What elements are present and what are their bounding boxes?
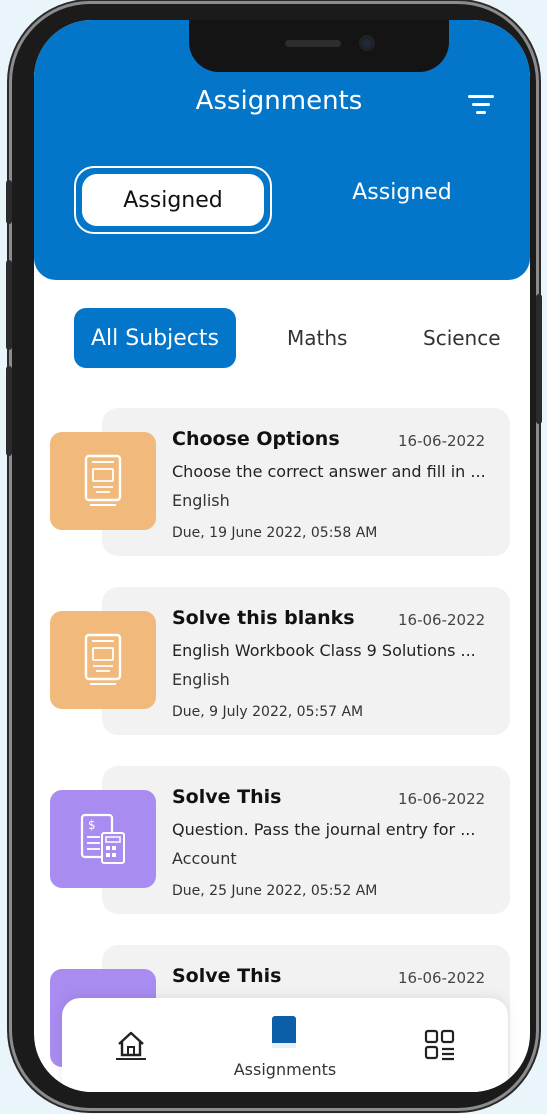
grid-menu-icon[interactable] bbox=[424, 1028, 456, 1062]
svg-text:$: $ bbox=[88, 818, 96, 832]
front-camera bbox=[359, 35, 375, 51]
assignment-due: Due, 19 June 2022, 05:58 AM bbox=[172, 525, 378, 541]
assignment-subject: English bbox=[172, 670, 230, 689]
english-book-icon bbox=[50, 432, 156, 530]
book-icon bbox=[272, 1016, 296, 1048]
english-book-icon bbox=[50, 611, 156, 709]
assignment-due: Due, 9 July 2022, 05:57 AM bbox=[172, 704, 364, 720]
assignment-card[interactable]: Choose Options 16-06-2022 Choose the cor… bbox=[50, 408, 514, 556]
phone-power-button bbox=[536, 294, 542, 424]
assignment-subject: Account bbox=[172, 849, 237, 868]
assignment-title: Choose Options bbox=[172, 428, 340, 450]
assignment-due: Due, 25 June 2022, 05:52 AM bbox=[172, 883, 378, 899]
subject-filter-row: All Subjects Maths Science bbox=[74, 306, 530, 370]
assignment-date: 16-06-2022 bbox=[398, 611, 486, 629]
filter-icon[interactable] bbox=[468, 95, 494, 115]
assignment-date: 16-06-2022 bbox=[398, 432, 486, 450]
assignment-date: 16-06-2022 bbox=[398, 969, 486, 987]
assignment-description: English Workbook Class 9 Solutions ... bbox=[172, 641, 476, 660]
assignment-title: Solve This bbox=[172, 965, 282, 987]
assignment-card[interactable]: Solve this blanks 16-06-2022 English Wor… bbox=[50, 587, 514, 735]
page-title: Assignments bbox=[195, 86, 363, 116]
home-icon[interactable] bbox=[114, 1028, 148, 1062]
accounting-calculator-icon: $ bbox=[50, 790, 156, 888]
tab-label: Assigned bbox=[82, 174, 264, 226]
app-screen: Assignments Assigned Assigned All Subjec… bbox=[34, 20, 530, 1092]
speaker-grille bbox=[285, 40, 341, 47]
subject-chip-science[interactable]: Science bbox=[423, 308, 501, 368]
tab-assigned-active[interactable]: Assigned bbox=[74, 166, 272, 234]
subject-chip-all[interactable]: All Subjects bbox=[74, 308, 236, 368]
phone-volume-down bbox=[6, 366, 12, 456]
assignment-description: Question. Pass the journal entry for ... bbox=[172, 820, 476, 839]
subject-chip-maths[interactable]: Maths bbox=[287, 308, 347, 368]
assignment-title: Solve this blanks bbox=[172, 607, 355, 629]
phone-mute-switch bbox=[6, 180, 12, 224]
assignment-date: 16-06-2022 bbox=[398, 790, 486, 808]
bottom-navigation: Assignments bbox=[62, 998, 508, 1092]
tab-assigned[interactable]: Assigned bbox=[334, 180, 470, 205]
assignment-title: Solve This bbox=[172, 786, 282, 808]
phone-volume-up bbox=[6, 260, 12, 350]
assignment-card[interactable]: $ Solve This 16-06-2022 Question. Pass t… bbox=[50, 766, 514, 914]
nav-assignments[interactable]: Assignments bbox=[212, 1016, 358, 1082]
nav-assignments-label: Assignments bbox=[233, 1060, 337, 1079]
assignment-subject: English bbox=[172, 491, 230, 510]
phone-notch bbox=[189, 20, 449, 72]
assignment-description: Choose the correct answer and fill in ..… bbox=[172, 462, 486, 481]
